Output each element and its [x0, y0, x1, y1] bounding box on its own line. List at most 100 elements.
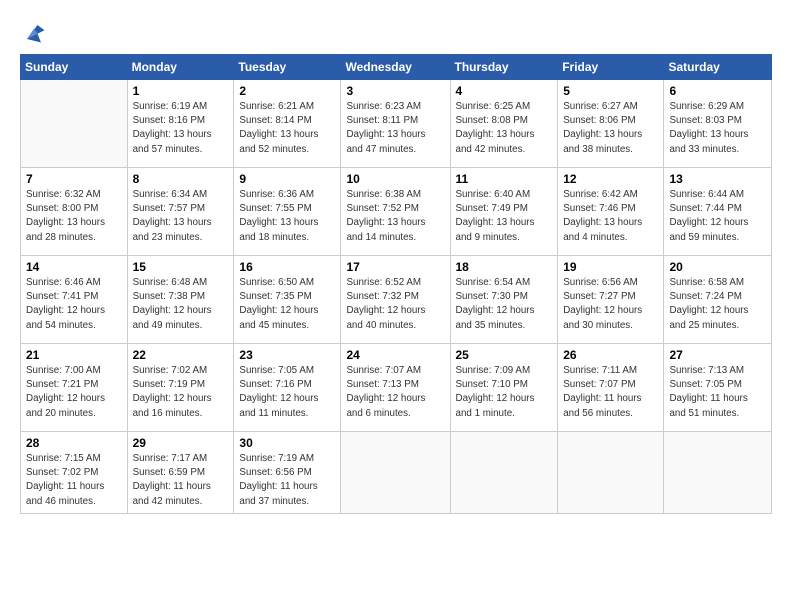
calendar-cell: 5Sunrise: 6:27 AM Sunset: 8:06 PM Daylig…: [558, 80, 664, 168]
day-info: Sunrise: 6:36 AM Sunset: 7:55 PM Dayligh…: [239, 188, 335, 245]
day-number: 26: [563, 348, 658, 362]
day-info: Sunrise: 6:50 AM Sunset: 7:35 PM Dayligh…: [239, 276, 335, 333]
day-number: 4: [456, 84, 553, 98]
calendar-cell: 28Sunrise: 7:15 AM Sunset: 7:02 PM Dayli…: [21, 432, 128, 514]
calendar-cell: 4 Sunrise: 6:25 AM Sunset: 8:08 PM Daylig…: [450, 80, 558, 168]
calendar-cell: 23 Sunrise: 7:05 AM Sunset: 7:16 PM Dayli…: [234, 344, 341, 432]
calendar-cell: 30 Sunrise: 7:19 AM Sunset: 6:56 PM Dayli…: [234, 432, 341, 514]
day-number: 11: [456, 172, 553, 186]
day-info: Sunrise: 7:07 AM Sunset: 7:13 PM Dayligh…: [346, 364, 444, 421]
calendar-cell: [21, 80, 128, 168]
day-info: Sunrise: 7:19 AM Sunset: 6:56 PM Dayligh…: [239, 452, 335, 509]
day-info: Sunrise: 7:11 AM Sunset: 7:07 PM Dayligh…: [563, 364, 658, 421]
day-number: 24: [346, 348, 444, 362]
day-number: 15: [133, 260, 229, 274]
day-number: 18: [456, 260, 553, 274]
calendar-cell: 2Sunrise: 6:21 AM Sunset: 8:14 PM Daylig…: [234, 80, 341, 168]
day-number: 9: [239, 172, 335, 186]
day-info: Sunrise: 6:44 AM Sunset: 7:44 PM Dayligh…: [669, 188, 766, 245]
calendar-cell: 22 Sunrise: 7:02 AM Sunset: 7:19 PM Dayli…: [127, 344, 234, 432]
calendar-cell: 1 Sunrise: 6:19 AM Sunset: 8:16 PM Daylig…: [127, 80, 234, 168]
calendar-cell: 29 Sunrise: 7:17 AM Sunset: 6:59 PM Dayli…: [127, 432, 234, 514]
weekday-header: Monday: [127, 55, 234, 80]
day-info: Sunrise: 6:21 AM Sunset: 8:14 PM Dayligh…: [239, 100, 335, 157]
day-number: 1: [133, 84, 229, 98]
calendar-cell: 24 Sunrise: 7:07 AM Sunset: 7:13 PM Dayli…: [341, 344, 450, 432]
day-number: 23: [239, 348, 335, 362]
day-number: 13: [669, 172, 766, 186]
day-info: Sunrise: 7:05 AM Sunset: 7:16 PM Dayligh…: [239, 364, 335, 421]
day-number: 30: [239, 436, 335, 450]
weekday-header: Thursday: [450, 55, 558, 80]
day-info: Sunrise: 6:40 AM Sunset: 7:49 PM Dayligh…: [456, 188, 553, 245]
calendar-cell: 17Sunrise: 6:52 AM Sunset: 7:32 PM Dayli…: [341, 256, 450, 344]
day-info: Sunrise: 7:02 AM Sunset: 7:19 PM Dayligh…: [133, 364, 229, 421]
day-info: Sunrise: 6:29 AM Sunset: 8:03 PM Dayligh…: [669, 100, 766, 157]
weekday-header: Tuesday: [234, 55, 341, 80]
day-info: Sunrise: 6:19 AM Sunset: 8:16 PM Dayligh…: [133, 100, 229, 157]
day-number: 12: [563, 172, 658, 186]
calendar-cell: 11 Sunrise: 6:40 AM Sunset: 7:49 PM Dayli…: [450, 168, 558, 256]
day-number: 3: [346, 84, 444, 98]
page: SundayMondayTuesdayWednesdayThursdayFrid…: [0, 0, 792, 612]
day-info: Sunrise: 6:25 AM Sunset: 8:08 PM Dayligh…: [456, 100, 553, 157]
day-info: Sunrise: 6:48 AM Sunset: 7:38 PM Dayligh…: [133, 276, 229, 333]
day-info: Sunrise: 6:54 AM Sunset: 7:30 PM Dayligh…: [456, 276, 553, 333]
day-number: 6: [669, 84, 766, 98]
weekday-header: Sunday: [21, 55, 128, 80]
calendar-cell: [558, 432, 664, 514]
calendar-cell: 12 Sunrise: 6:42 AM Sunset: 7:46 PM Dayli…: [558, 168, 664, 256]
day-info: Sunrise: 6:56 AM Sunset: 7:27 PM Dayligh…: [563, 276, 658, 333]
calendar-cell: 18 Sunrise: 6:54 AM Sunset: 7:30 PM Dayli…: [450, 256, 558, 344]
day-number: 29: [133, 436, 229, 450]
calendar-cell: 19 Sunrise: 6:56 AM Sunset: 7:27 PM Dayli…: [558, 256, 664, 344]
day-info: Sunrise: 6:42 AM Sunset: 7:46 PM Dayligh…: [563, 188, 658, 245]
calendar-cell: 8 Sunrise: 6:34 AM Sunset: 7:57 PM Daylig…: [127, 168, 234, 256]
day-info: Sunrise: 7:00 AM Sunset: 7:21 PM Dayligh…: [26, 364, 122, 421]
calendar-cell: 7 Sunrise: 6:32 AM Sunset: 8:00 PM Daylig…: [21, 168, 128, 256]
calendar-week-row: 28Sunrise: 7:15 AM Sunset: 7:02 PM Dayli…: [21, 432, 772, 514]
calendar-cell: [664, 432, 772, 514]
day-info: Sunrise: 6:32 AM Sunset: 8:00 PM Dayligh…: [26, 188, 122, 245]
day-info: Sunrise: 6:38 AM Sunset: 7:52 PM Dayligh…: [346, 188, 444, 245]
day-number: 22: [133, 348, 229, 362]
day-info: Sunrise: 7:13 AM Sunset: 7:05 PM Dayligh…: [669, 364, 766, 421]
calendar-cell: 14Sunrise: 6:46 AM Sunset: 7:41 PM Dayli…: [21, 256, 128, 344]
day-info: Sunrise: 6:58 AM Sunset: 7:24 PM Dayligh…: [669, 276, 766, 333]
calendar-week-row: 1 Sunrise: 6:19 AM Sunset: 8:16 PM Daylig…: [21, 80, 772, 168]
calendar-cell: [341, 432, 450, 514]
day-number: 21: [26, 348, 122, 362]
day-info: Sunrise: 6:23 AM Sunset: 8:11 PM Dayligh…: [346, 100, 444, 157]
logo-icon: [20, 18, 48, 46]
calendar-cell: 6 Sunrise: 6:29 AM Sunset: 8:03 PM Daylig…: [664, 80, 772, 168]
weekday-header: Saturday: [664, 55, 772, 80]
day-info: Sunrise: 7:15 AM Sunset: 7:02 PM Dayligh…: [26, 452, 122, 509]
weekday-header-row: SundayMondayTuesdayWednesdayThursdayFrid…: [21, 55, 772, 80]
calendar-cell: 16 Sunrise: 6:50 AM Sunset: 7:35 PM Dayli…: [234, 256, 341, 344]
calendar-cell: 27Sunrise: 7:13 AM Sunset: 7:05 PM Dayli…: [664, 344, 772, 432]
calendar-cell: 3 Sunrise: 6:23 AM Sunset: 8:11 PM Daylig…: [341, 80, 450, 168]
calendar-table: SundayMondayTuesdayWednesdayThursdayFrid…: [20, 54, 772, 514]
day-info: Sunrise: 6:46 AM Sunset: 7:41 PM Dayligh…: [26, 276, 122, 333]
day-number: 10: [346, 172, 444, 186]
day-number: 7: [26, 172, 122, 186]
day-number: 16: [239, 260, 335, 274]
calendar-week-row: 14Sunrise: 6:46 AM Sunset: 7:41 PM Dayli…: [21, 256, 772, 344]
day-info: Sunrise: 6:34 AM Sunset: 7:57 PM Dayligh…: [133, 188, 229, 245]
day-number: 17: [346, 260, 444, 274]
calendar-cell: 13 Sunrise: 6:44 AM Sunset: 7:44 PM Dayli…: [664, 168, 772, 256]
header: [20, 18, 772, 46]
calendar-cell: 21 Sunrise: 7:00 AM Sunset: 7:21 PM Dayli…: [21, 344, 128, 432]
calendar-cell: 10 Sunrise: 6:38 AM Sunset: 7:52 PM Dayli…: [341, 168, 450, 256]
weekday-header: Friday: [558, 55, 664, 80]
weekday-header: Wednesday: [341, 55, 450, 80]
calendar-cell: 26 Sunrise: 7:11 AM Sunset: 7:07 PM Dayli…: [558, 344, 664, 432]
day-number: 25: [456, 348, 553, 362]
day-number: 20: [669, 260, 766, 274]
calendar-cell: 9 Sunrise: 6:36 AM Sunset: 7:55 PM Daylig…: [234, 168, 341, 256]
calendar-cell: 20 Sunrise: 6:58 AM Sunset: 7:24 PM Dayli…: [664, 256, 772, 344]
calendar-cell: 15 Sunrise: 6:48 AM Sunset: 7:38 PM Dayli…: [127, 256, 234, 344]
day-number: 19: [563, 260, 658, 274]
day-number: 8: [133, 172, 229, 186]
day-info: Sunrise: 7:17 AM Sunset: 6:59 PM Dayligh…: [133, 452, 229, 509]
